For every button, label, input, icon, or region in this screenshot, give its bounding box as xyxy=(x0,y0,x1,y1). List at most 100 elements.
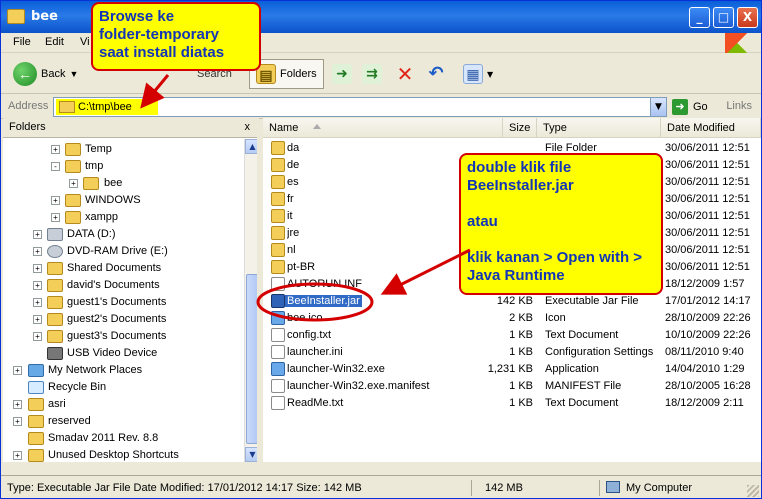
tree-item-guest2-documents[interactable]: + guest2's Documents xyxy=(3,311,253,328)
expand-icon[interactable]: + xyxy=(13,417,22,426)
sort-ascending-icon xyxy=(313,124,321,129)
scroll-up-icon[interactable]: ▲ xyxy=(245,139,257,154)
file-name: BeeInstaller.jar xyxy=(285,295,362,307)
expand-icon[interactable]: + xyxy=(51,213,60,222)
delete-icon[interactable]: ✕ xyxy=(395,64,415,84)
tree-item-windows[interactable]: + WINDOWS xyxy=(3,192,253,209)
expand-icon[interactable]: + xyxy=(69,179,78,188)
tree-item-bee[interactable]: + bee xyxy=(3,175,253,192)
tree-item-tmp[interactable]: - tmp xyxy=(3,158,253,175)
tree-item-reserved[interactable]: + reserved xyxy=(3,413,253,430)
scroll-down-icon[interactable]: ▼ xyxy=(245,447,257,462)
menu-view[interactable]: Vi xyxy=(80,36,90,48)
file-size: 1 KB xyxy=(509,397,533,409)
file-date: 30/06/2011 12:51 xyxy=(665,176,750,188)
tree-item-recycle-bin[interactable]: Recycle Bin xyxy=(3,379,253,396)
maximize-button[interactable]: □ xyxy=(713,7,734,28)
folders-label: Folders xyxy=(280,68,317,80)
tree-item-asri[interactable]: + asri xyxy=(3,396,253,413)
file-row-readme[interactable]: ReadMe.txt 1 KB Text Document 18/12/2009 2:… xyxy=(263,395,761,412)
tree-item-guest3-documents[interactable]: + guest3's Documents xyxy=(3,328,253,345)
folders-scrollbar[interactable]: ▲ ▼ xyxy=(244,139,257,462)
tree-item-data-drive[interactable]: + DATA (D:) xyxy=(3,226,253,243)
tree-label: WINDOWS xyxy=(85,194,141,206)
expand-icon[interactable]: + xyxy=(13,451,22,460)
bee-icon xyxy=(271,311,285,325)
move-to-icon[interactable]: ➜ xyxy=(332,64,352,84)
tree-label: guest1's Documents xyxy=(67,296,167,308)
file-date: 18/12/2009 1:57 xyxy=(665,278,745,290)
tree-label: Unused Desktop Shortcuts xyxy=(48,449,179,461)
expand-icon[interactable]: + xyxy=(33,315,42,324)
file-date: 30/06/2011 12:51 xyxy=(665,261,750,273)
tree-item-temp[interactable]: + Temp xyxy=(3,141,253,158)
tree-item-shared-documents[interactable]: + Shared Documents xyxy=(3,260,253,277)
file-row-manifest[interactable]: launcher-Win32.exe.manifest 1 KB MANIFEST … xyxy=(263,378,761,395)
address-input[interactable]: C:\tmp\bee ▼ xyxy=(53,97,667,117)
copy-to-icon[interactable]: ⇉ xyxy=(362,64,382,84)
file-row-launcher-ini[interactable]: launcher.ini 1 KB Configuration Settings 08… xyxy=(263,344,761,361)
tree-item-dvd-drive[interactable]: + DVD-RAM Drive (E:) xyxy=(3,243,253,260)
file-date: 17/01/2012 14:17 xyxy=(665,295,751,307)
expand-icon[interactable]: + xyxy=(33,298,42,307)
tree-item-network-places[interactable]: + My Network Places xyxy=(3,362,253,379)
folder-icon xyxy=(65,143,81,156)
expand-icon[interactable]: + xyxy=(33,230,42,239)
expand-icon[interactable]: + xyxy=(33,332,42,341)
file-size: 1,231 KB xyxy=(487,363,533,375)
text-document-icon xyxy=(271,396,285,410)
file-date: 28/10/2005 16:28 xyxy=(665,380,751,392)
tree-item-guest1-documents[interactable]: + guest1's Documents xyxy=(3,294,253,311)
tree-item-david-documents[interactable]: + david's Documents xyxy=(3,277,253,294)
minimize-button[interactable]: _ xyxy=(689,7,710,28)
folder-icon xyxy=(271,175,285,189)
file-row-launcher-exe[interactable]: launcher-Win32.exe 1,231 KB Application 14/… xyxy=(263,361,761,378)
views-chevron-down-icon[interactable]: ▼ xyxy=(487,70,493,79)
back-button[interactable]: ← Back ▼ xyxy=(13,59,78,89)
scroll-thumb[interactable] xyxy=(246,274,257,444)
tree-label: tmp xyxy=(85,160,104,172)
file-size: 142 KB xyxy=(496,295,533,307)
expand-icon[interactable]: + xyxy=(33,281,42,290)
column-header-size[interactable]: Size xyxy=(503,118,537,138)
expand-icon[interactable]: + xyxy=(13,366,22,375)
tree-item-smadav[interactable]: Smadav 2011 Rev. 8.8 xyxy=(3,430,253,447)
links-label[interactable]: Links xyxy=(726,100,752,112)
folder-icon xyxy=(47,330,63,343)
expand-icon[interactable]: + xyxy=(13,400,22,409)
close-button[interactable]: X xyxy=(737,7,758,28)
file-date: 30/06/2011 12:51 xyxy=(665,227,750,239)
column-header-name[interactable]: Name xyxy=(263,118,503,138)
undo-icon[interactable]: ↶ xyxy=(426,64,446,84)
expand-icon[interactable]: + xyxy=(33,247,42,256)
file-row-bee-ico[interactable]: bee.ico 2 KB Icon 28/10/2009 22:26 xyxy=(263,310,761,327)
go-button[interactable]: ➜ Go xyxy=(672,99,708,115)
tree-label: Recycle Bin xyxy=(48,381,107,393)
folder-icon xyxy=(47,262,63,275)
folder-icon xyxy=(271,192,285,206)
file-row-config[interactable]: config.txt 1 KB Text Document 10/10/2009 22… xyxy=(263,327,761,344)
file-date: 14/04/2010 1:29 xyxy=(665,363,745,375)
resize-grip[interactable] xyxy=(747,485,759,497)
folders-pane-close-icon[interactable]: x xyxy=(245,121,251,133)
tree-item-xampp[interactable]: + xampp xyxy=(3,209,253,226)
column-header-date-modified[interactable]: Date Modified xyxy=(661,118,761,138)
tree-item-unused-shortcuts[interactable]: + Unused Desktop Shortcuts xyxy=(3,447,253,462)
file-size: 1 KB xyxy=(509,329,533,341)
views-icon[interactable]: ▦ xyxy=(463,64,483,84)
annotation-line: atau xyxy=(467,213,498,230)
menu-edit[interactable]: Edit xyxy=(45,36,64,48)
file-row-beeinstaller[interactable]: BeeInstaller.jar 142 KB Executable Jar Fil… xyxy=(263,293,761,310)
expand-icon[interactable]: + xyxy=(51,196,60,205)
collapse-icon[interactable]: - xyxy=(51,162,60,171)
tree-label: USB Video Device xyxy=(67,347,158,359)
menu-file[interactable]: File xyxy=(13,36,31,48)
folder-icon xyxy=(28,432,44,445)
tree-item-usb-video-device[interactable]: USB Video Device xyxy=(3,345,253,362)
expand-icon[interactable]: + xyxy=(51,145,60,154)
address-dropdown-button[interactable]: ▼ xyxy=(650,98,666,116)
column-header-type[interactable]: Type xyxy=(537,118,661,138)
expand-icon[interactable]: + xyxy=(33,264,42,273)
folder-icon xyxy=(28,449,44,462)
status-separator xyxy=(599,480,600,496)
